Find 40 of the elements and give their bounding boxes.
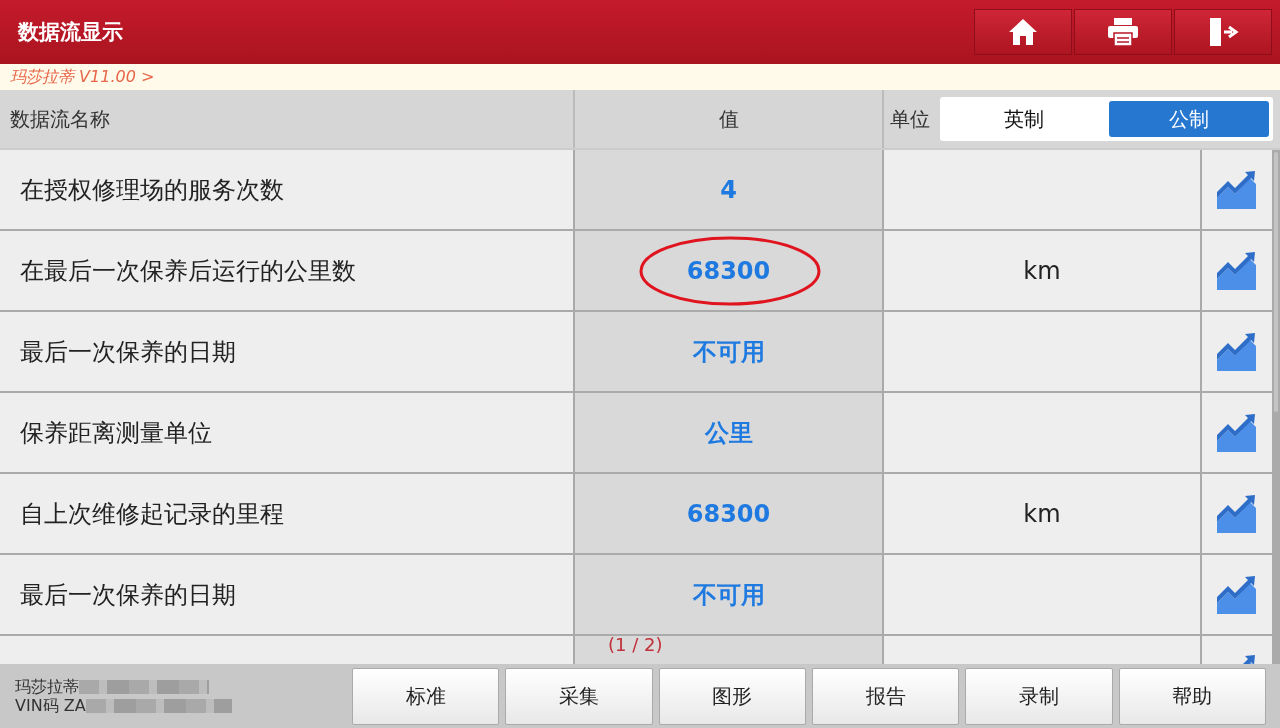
value-cell: 68300 bbox=[575, 231, 882, 310]
trend-chart-icon[interactable] bbox=[1216, 250, 1258, 291]
value-cell: 4 bbox=[575, 150, 882, 229]
data-name-cell: 最后一次保养的日期 bbox=[0, 555, 573, 634]
data-name-cell: 保养距离测量单位 bbox=[0, 393, 573, 472]
toolbar-button[interactable]: 图形 bbox=[658, 667, 806, 725]
toolbar-button[interactable]: 帮助 bbox=[1118, 667, 1266, 725]
trend-chart-icon[interactable] bbox=[1216, 412, 1258, 453]
data-name-cell: 自上次维修起记录的里程 bbox=[0, 474, 573, 553]
toolbar-button[interactable]: 报告 bbox=[812, 667, 960, 725]
window-title: 数据流显示 bbox=[18, 19, 123, 46]
trend-chart-icon[interactable] bbox=[1216, 169, 1258, 210]
toolbar-button[interactable]: 标准 bbox=[352, 667, 500, 725]
exit-door-icon bbox=[1207, 17, 1239, 47]
trend-chart-icon[interactable] bbox=[1216, 574, 1258, 615]
unit-option[interactable]: 公制 bbox=[1108, 101, 1269, 137]
column-header: 单位 bbox=[890, 105, 930, 133]
value-cell: 不可用 bbox=[575, 312, 882, 391]
page-indicator: (1 / 2) bbox=[608, 634, 663, 655]
unit-cell: km bbox=[884, 231, 1200, 310]
column-header: 值 bbox=[575, 90, 882, 148]
print-button[interactable] bbox=[1074, 9, 1172, 55]
value-cell: 不可用 bbox=[575, 555, 882, 634]
vin-label: VIN码 ZA bbox=[15, 696, 86, 715]
home-icon bbox=[1008, 18, 1038, 46]
data-name-cell: 在授权修理场的服务次数 bbox=[0, 150, 573, 229]
toolbar-button[interactable]: 采集 bbox=[505, 667, 653, 725]
value-cell: 68300 bbox=[575, 474, 882, 553]
toolbar-button[interactable]: 录制 bbox=[965, 667, 1113, 725]
unit-cell: km bbox=[884, 474, 1200, 553]
trend-chart-icon[interactable] bbox=[1216, 493, 1258, 534]
value-cell: 公里 bbox=[575, 393, 882, 472]
data-name-cell: 最后一次保养的日期 bbox=[0, 312, 573, 391]
trend-chart-icon[interactable] bbox=[1216, 331, 1258, 372]
data-name-cell: 在最后一次保养后运行的公里数 bbox=[0, 231, 573, 310]
vehicle-name: 玛莎拉蒂 bbox=[15, 677, 79, 696]
printer-icon bbox=[1107, 17, 1139, 47]
column-header: 数据流名称 bbox=[0, 90, 573, 148]
home-button[interactable] bbox=[974, 9, 1072, 55]
exit-button[interactable] bbox=[1174, 9, 1272, 55]
